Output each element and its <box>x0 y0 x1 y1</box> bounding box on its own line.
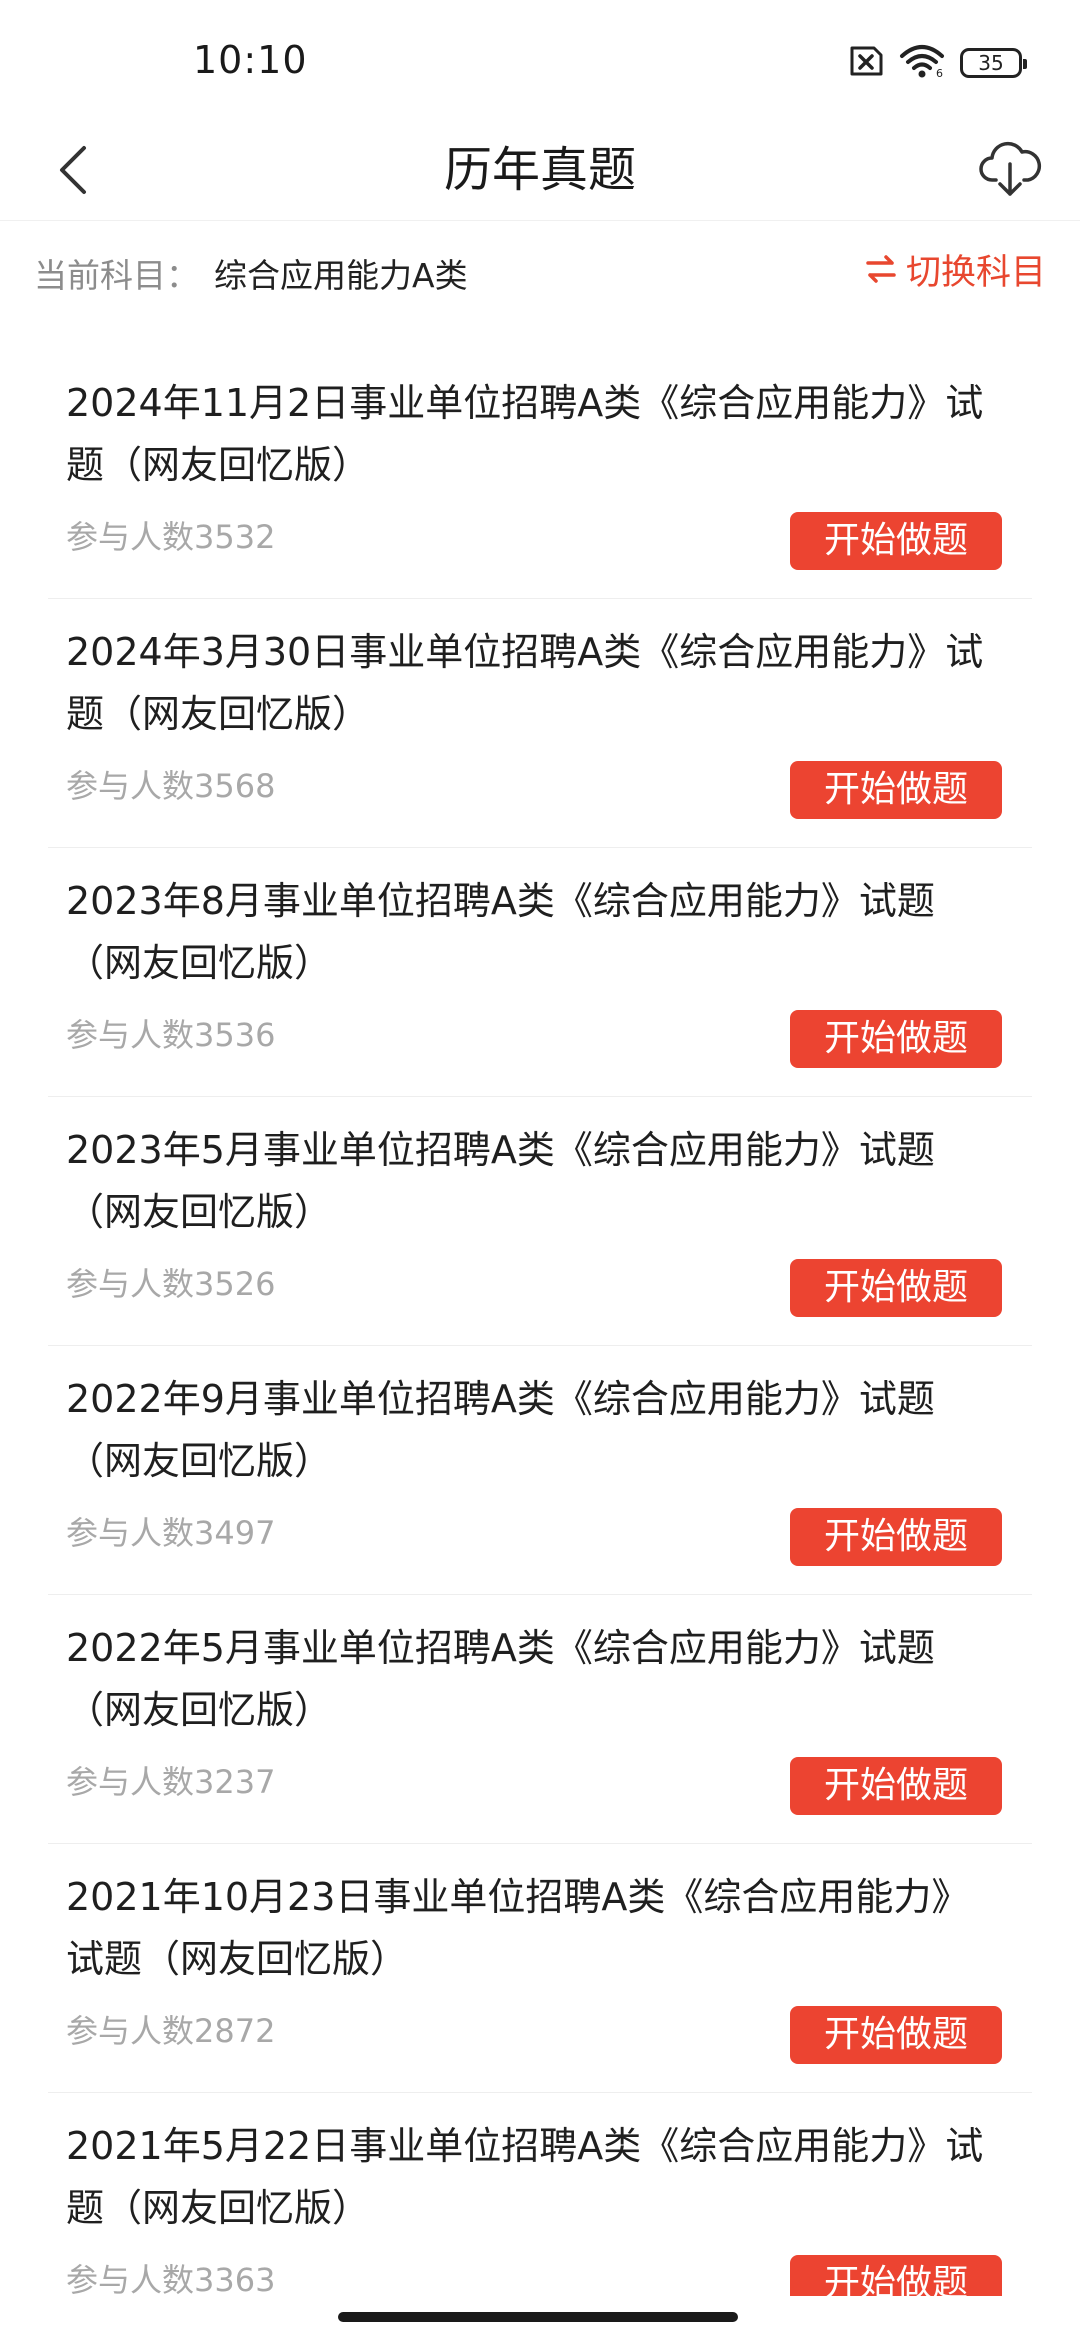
list-item[interactable]: 2022年9月事业单位招聘A类《综合应用能力》试题（网友回忆版） 参与人数349… <box>0 1346 1080 1595</box>
start-exercise-button[interactable]: 开始做题 <box>790 1259 1002 1317</box>
status-bar: 10:10 6 35 <box>0 0 1080 120</box>
list-item[interactable]: 2021年10月23日事业单位招聘A类《综合应用能力》试题（网友回忆版） 参与人… <box>0 1844 1080 2093</box>
participant-count: 参与人数3497 <box>66 1514 276 1552</box>
status-time: 10:10 <box>193 38 308 82</box>
exam-title: 2022年9月事业单位招聘A类《综合应用能力》试题（网友回忆版） <box>66 1377 935 1483</box>
battery-icon: 35 <box>960 48 1027 78</box>
subject-value: 综合应用能力A类 <box>214 256 468 295</box>
exam-title: 2024年11月2日事业单位招聘A类《综合应用能力》试题（网友回忆版） <box>66 381 984 487</box>
status-icons: 6 35 <box>844 44 1027 82</box>
battery-level: 35 <box>978 51 1004 75</box>
start-exercise-button[interactable]: 开始做题 <box>790 1508 1002 1566</box>
list-item[interactable]: 2024年3月30日事业单位招聘A类《综合应用能力》试题（网友回忆版） 参与人数… <box>0 599 1080 848</box>
exam-title: 2023年5月事业单位招聘A类《综合应用能力》试题（网友回忆版） <box>66 1128 935 1234</box>
start-exercise-button[interactable]: 开始做题 <box>790 761 1002 819</box>
list-item[interactable]: 2024年11月2日事业单位招聘A类《综合应用能力》试题（网友回忆版） 参与人数… <box>0 350 1080 599</box>
participant-count: 参与人数3363 <box>66 2261 276 2299</box>
list-item[interactable]: 2023年5月事业单位招聘A类《综合应用能力》试题（网友回忆版） 参与人数352… <box>0 1097 1080 1346</box>
back-button[interactable] <box>42 138 106 202</box>
participant-count: 参与人数3237 <box>66 1763 276 1801</box>
exam-list: 2024年11月2日事业单位招聘A类《综合应用能力》试题（网友回忆版） 参与人数… <box>0 350 1080 2340</box>
download-button[interactable] <box>974 134 1046 206</box>
wifi-icon: 6 <box>898 44 946 82</box>
exam-title: 2024年3月30日事业单位招聘A类《综合应用能力》试题（网友回忆版） <box>66 630 984 736</box>
nav-bar: 历年真题 <box>0 120 1080 221</box>
exam-title: 2021年10月23日事业单位招聘A类《综合应用能力》试题（网友回忆版） <box>66 1875 970 1981</box>
start-exercise-button[interactable]: 开始做题 <box>790 512 1002 570</box>
cloud-download-icon <box>979 141 1041 196</box>
list-item[interactable]: 2022年5月事业单位招聘A类《综合应用能力》试题（网友回忆版） 参与人数323… <box>0 1595 1080 1844</box>
start-exercise-button[interactable]: 开始做题 <box>790 1757 1002 1815</box>
switch-subject-button[interactable]: 切换科目 <box>864 243 1046 295</box>
start-exercise-button[interactable]: 开始做题 <box>790 2006 1002 2064</box>
sim-off-icon <box>844 45 884 81</box>
exam-title: 2021年5月22日事业单位招聘A类《综合应用能力》试题（网友回忆版） <box>66 2124 984 2230</box>
participant-count: 参与人数3526 <box>66 1265 276 1303</box>
participant-count: 参与人数3532 <box>66 518 276 556</box>
list-item[interactable]: 2023年8月事业单位招聘A类《综合应用能力》试题（网友回忆版） 参与人数353… <box>0 848 1080 1097</box>
participant-count: 参与人数2872 <box>66 2012 276 2050</box>
switch-subject-label: 切换科目 <box>905 252 1046 293</box>
subject-row: 当前科目： 综合应用能力A类 切换科目 <box>0 221 1080 321</box>
swap-arrows-icon <box>866 255 896 283</box>
chevron-left-icon <box>60 146 86 194</box>
exam-title: 2023年8月事业单位招聘A类《综合应用能力》试题（网友回忆版） <box>66 879 935 985</box>
screen: 10:10 6 35 历年真题 当前科目： 综合应用能力A类 切换科目 2024… <box>0 0 1080 2340</box>
exam-title: 2022年5月事业单位招聘A类《综合应用能力》试题（网友回忆版） <box>66 1626 935 1732</box>
start-exercise-button[interactable]: 开始做题 <box>790 1010 1002 1068</box>
participant-count: 参与人数3536 <box>66 1016 276 1054</box>
svg-text:6: 6 <box>936 67 943 78</box>
home-indicator[interactable] <box>338 2312 738 2322</box>
subject-label: 当前科目： <box>34 256 199 295</box>
page-title: 历年真题 <box>443 142 636 198</box>
participant-count: 参与人数3568 <box>66 767 276 805</box>
